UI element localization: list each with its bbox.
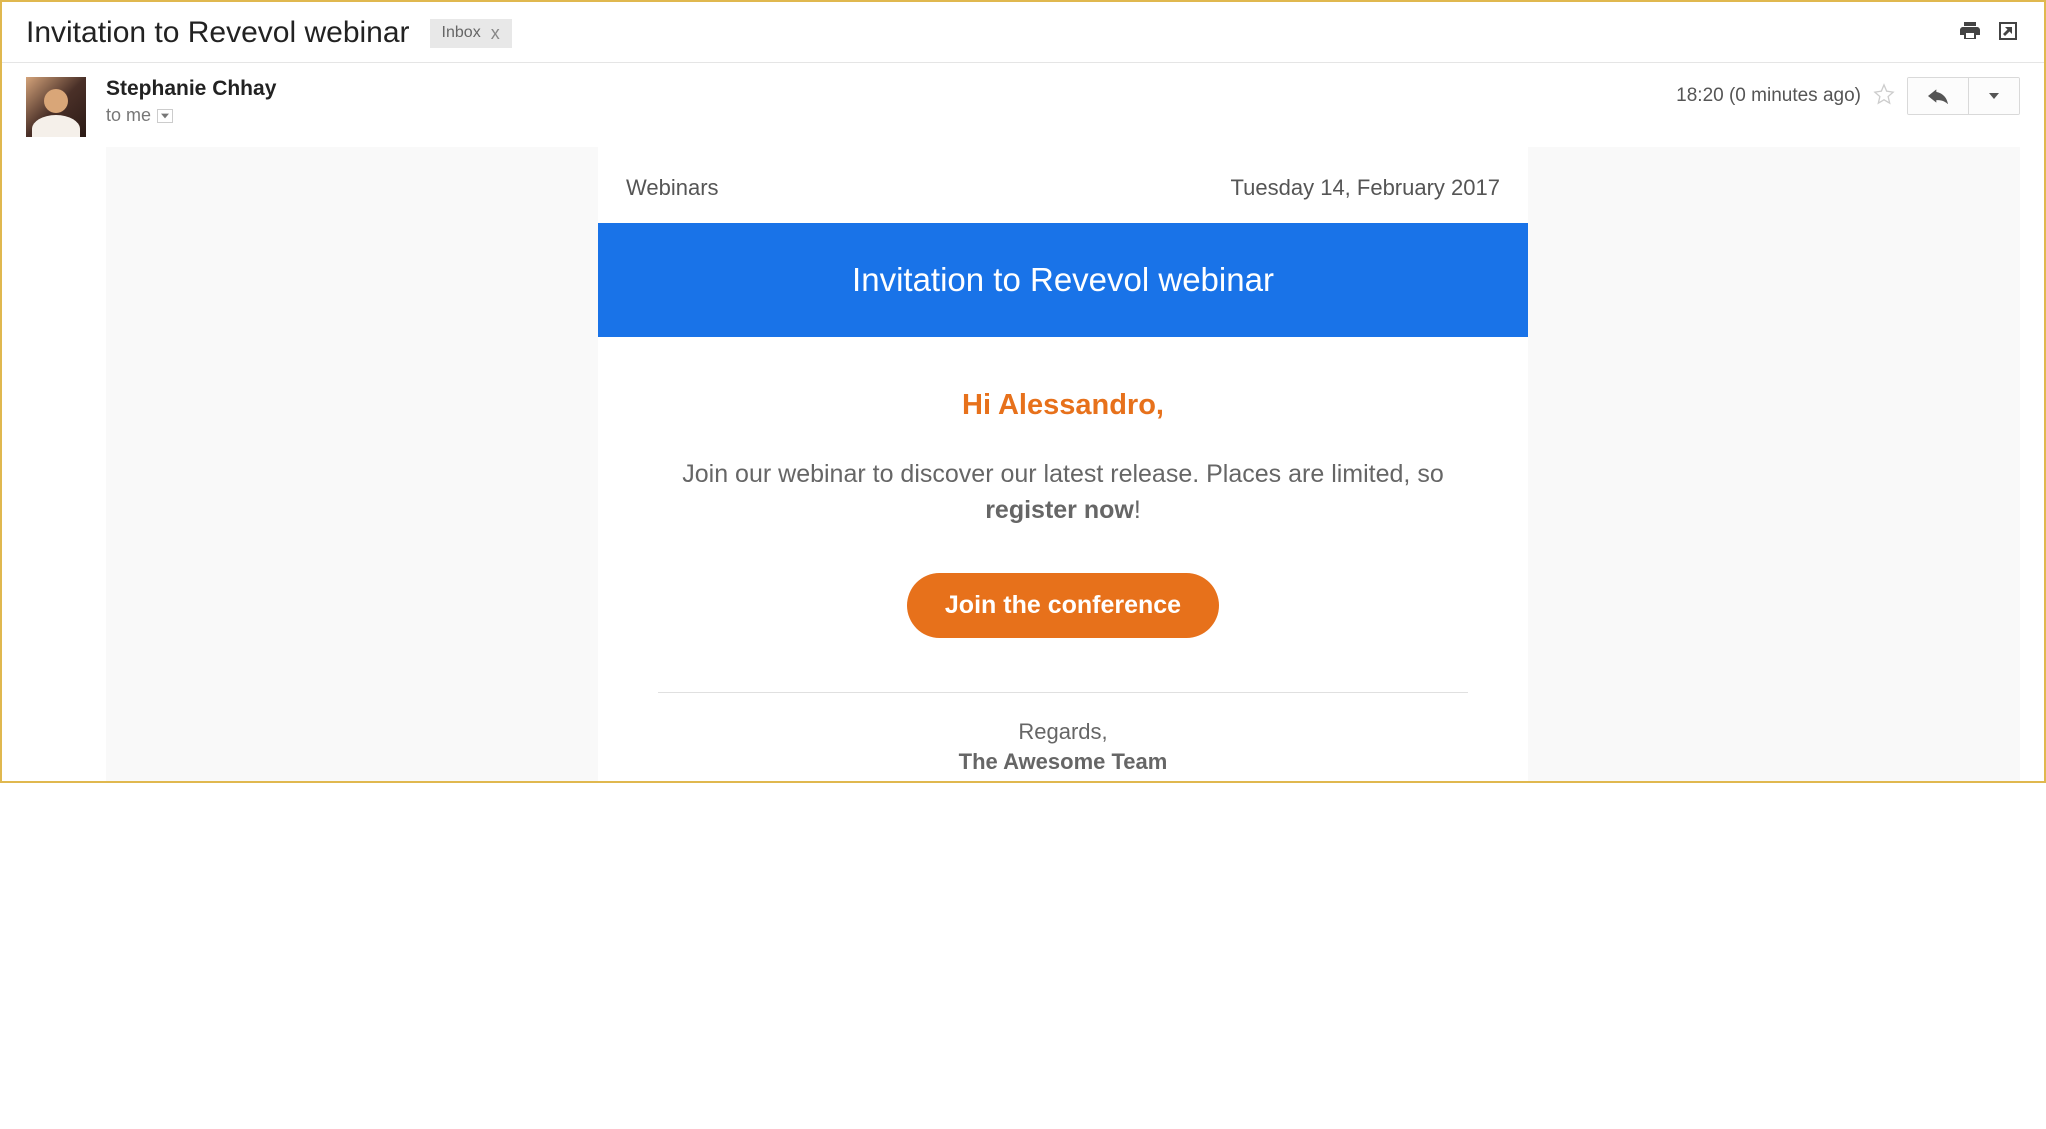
reply-button[interactable] <box>1908 78 1968 114</box>
cta-wrap: Join the conference <box>598 573 1528 638</box>
card-category: Webinars <box>626 175 719 201</box>
recipient-row: to me <box>106 105 276 126</box>
header-actions <box>1958 19 2020 48</box>
meta-left: Stephanie Chhay to me <box>106 77 276 126</box>
signature-team: The Awesome Team <box>598 749 1528 775</box>
more-actions-dropdown[interactable] <box>1968 78 2019 114</box>
message-meta: Stephanie Chhay to me 18:20 (0 minutes a… <box>2 63 2044 137</box>
body-bold: register now <box>985 496 1134 524</box>
mail-wrap: Webinars Tuesday 14, February 2017 Invit… <box>106 147 2020 781</box>
print-icon[interactable] <box>1958 19 1982 48</box>
mail-card: Webinars Tuesday 14, February 2017 Invit… <box>598 147 1528 781</box>
card-header: Webinars Tuesday 14, February 2017 <box>598 147 1528 223</box>
close-icon[interactable]: x <box>491 23 500 44</box>
email-content: Webinars Tuesday 14, February 2017 Invit… <box>106 147 2044 781</box>
body-post: ! <box>1134 496 1141 524</box>
inbox-label[interactable]: Inbox x <box>430 19 512 48</box>
body-pre: Join our webinar to discover our latest … <box>682 460 1443 488</box>
show-details-dropdown[interactable] <box>157 109 173 123</box>
email-header: Invitation to Revevol webinar Inbox x <box>2 2 2044 63</box>
card-date: Tuesday 14, February 2017 <box>1231 175 1500 201</box>
meta-right: 18:20 (0 minutes ago) <box>1676 77 2020 115</box>
avatar[interactable] <box>26 77 86 137</box>
meta-row: Stephanie Chhay to me 18:20 (0 minutes a… <box>106 77 2020 137</box>
email-subject: Invitation to Revevol webinar <box>26 16 410 50</box>
join-conference-button[interactable]: Join the conference <box>907 573 1219 638</box>
star-icon[interactable] <box>1873 83 1895 110</box>
divider <box>658 692 1468 693</box>
inbox-label-text: Inbox <box>442 24 481 42</box>
greeting: Hi Alessandro, <box>598 389 1528 422</box>
open-new-window-icon[interactable] <box>1996 19 2020 48</box>
sender-name[interactable]: Stephanie Chhay <box>106 77 276 101</box>
timestamp: 18:20 (0 minutes ago) <box>1676 85 1861 107</box>
signature: Regards, The Awesome Team <box>598 719 1528 781</box>
banner-title: Invitation to Revevol webinar <box>598 223 1528 337</box>
body-text: Join our webinar to discover our latest … <box>638 456 1488 529</box>
signature-regards: Regards, <box>598 719 1528 745</box>
recipient-text: to me <box>106 105 151 126</box>
header-left: Invitation to Revevol webinar Inbox x <box>26 16 512 50</box>
action-group <box>1907 77 2020 115</box>
